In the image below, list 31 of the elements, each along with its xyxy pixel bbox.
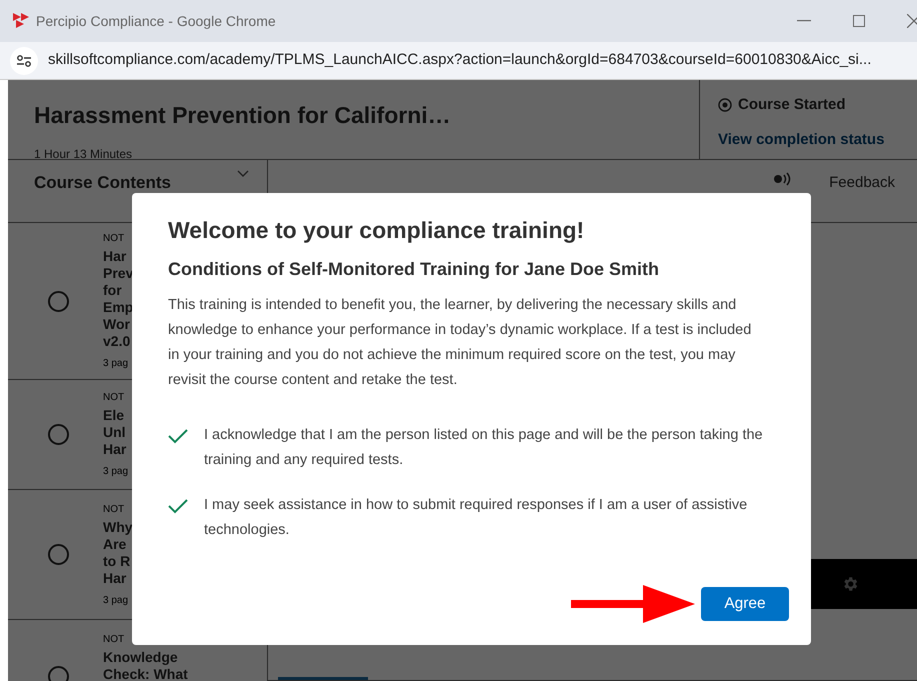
sidebar-title: Course Contents: [34, 172, 171, 194]
item-title: Why Are to R Har: [103, 518, 133, 586]
item-meta: 3 pag: [103, 465, 128, 479]
item-status: NOT: [103, 633, 126, 647]
item-meta: 3 pag: [103, 594, 130, 608]
item-meta: 3 pag: [103, 357, 130, 371]
course-title: Harassment Prevention for Californi…: [34, 101, 452, 130]
item-title: Knowledge Check: What: [103, 649, 188, 681]
item-status: NOT: [103, 391, 126, 405]
dialog-title: Welcome to your compliance training!: [168, 216, 586, 245]
item-title: Ele Unl Har: [103, 407, 128, 458]
feedback-label[interactable]: Feedback: [829, 172, 895, 194]
chevron-icon[interactable]: [237, 170, 249, 178]
sidebar-item[interactable]: NOT Knowledge Check: What: [8, 620, 267, 681]
course-status: Course Started: [738, 95, 846, 115]
maximize-icon[interactable]: [853, 15, 865, 27]
minimize-icon[interactable]: [797, 20, 811, 22]
agree-button[interactable]: Agree: [701, 587, 789, 621]
item-status: NOT: [103, 502, 126, 516]
dialog-body: This training is intended to benefit you, the learner, by delivering the necessary skills and knowledge to enhance your performance in today’s dynamic workplace. If a test is included in your training and you do not achieve the minimum required score on the test, you may revisit the course content and retake the test.: [168, 296, 752, 390]
course-duration: 1 Hour 13 Minutes: [34, 146, 134, 162]
dialog-subtitle: Conditions of Self-Monitored Training for Jane Doe Smith: [168, 258, 660, 281]
item-status: NOT: [103, 232, 126, 246]
condition-text: I acknowledge that I am the person listed on this page and will be the person taking the training and any required tests.: [204, 426, 764, 470]
close-icon[interactable]: [907, 14, 917, 28]
condition-text: I may seek assistance in how to submit required responses if I am a user of assistive technologies.: [204, 496, 748, 540]
item-title: Har Prev for Emp Wor v2.0: [103, 248, 134, 350]
site-info-icon[interactable]: [10, 46, 38, 74]
window-title: Percipio Compliance - Google Chrome: [36, 12, 276, 31]
completion-status-link[interactable]: View completion status: [718, 128, 884, 151]
status-icon: [718, 98, 732, 112]
